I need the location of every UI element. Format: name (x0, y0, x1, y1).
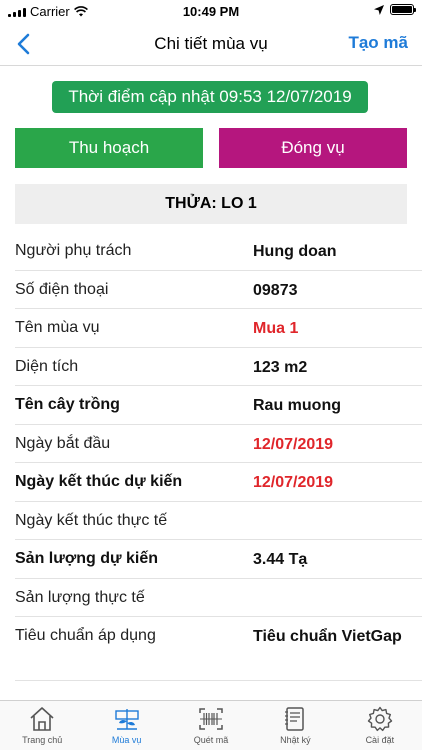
tab-journal[interactable]: Nhật ký (253, 701, 337, 750)
detail-row-expected-yield: Sản lượng dự kiến 3.44 Tạ (15, 540, 422, 579)
create-code-button[interactable]: Tạo mã (348, 33, 408, 53)
detail-row-start-date: Ngày bắt đầu 12/07/2019 (15, 425, 422, 463)
detail-label: Sản lượng thực tế (15, 588, 145, 606)
detail-label: Ngày kết thúc dự kiến (15, 473, 183, 490)
detail-value: Rau muong (253, 397, 341, 414)
navigation-bar: Chi tiết mùa vụ Tạo mã (0, 22, 422, 66)
detail-value: Tiêu chuẩn VietGap (253, 628, 402, 645)
status-right (374, 4, 416, 15)
detail-label: Số điện thoại (15, 280, 109, 298)
detail-label: Diện tích (15, 357, 79, 375)
tab-label: Cài đặt (365, 735, 395, 745)
detail-value: 12/07/2019 (253, 474, 334, 491)
tab-settings[interactable]: Cài đặt (338, 701, 422, 750)
detail-value: 09873 (253, 281, 298, 299)
status-time: 10:49 PM (182, 4, 240, 19)
detail-row-area: Diện tích 123 m2 (15, 348, 422, 386)
tab-scan[interactable]: Quét mã (169, 701, 253, 750)
sprout-icon (114, 709, 139, 730)
detail-row-crop: Tên cây trồng Rau muong (15, 386, 422, 425)
detail-value: 123 m2 (253, 358, 308, 376)
detail-value: Hung doan (253, 243, 337, 260)
detail-row-standard: Tiêu chuẩn áp dụng Tiêu chuẩn VietGap (15, 617, 422, 681)
action-buttons: Thu hoạch Đóng vụ (15, 128, 407, 168)
gear-icon (367, 706, 393, 732)
detail-label: Tên mùa vụ (15, 319, 100, 336)
detail-label: Sản lượng dự kiến (15, 550, 159, 567)
tab-label: Nhật ký (280, 735, 311, 745)
tab-bar: Trang chủ Mùa vụ Quét mã Nhật ký Cài đặt (0, 700, 422, 750)
detail-row-season-name: Tên mùa vụ Mua 1 (15, 309, 422, 348)
detail-row-actual-yield: Sản lượng thực tế (15, 579, 422, 617)
detail-row-owner: Người phụ trách Hung doan (15, 232, 422, 271)
detail-label: Ngày bắt đầu (15, 434, 111, 452)
detail-row-actual-end: Ngày kết thúc thực tế (15, 502, 422, 540)
tab-label: Trang chủ (22, 735, 63, 745)
status-bar: Carrier 10:49 PM (0, 0, 422, 22)
notebook-icon (285, 707, 305, 731)
tab-label: Mùa vụ (111, 735, 142, 745)
detail-label: Tên cây trồng (15, 396, 120, 413)
detail-label: Ngày kết thúc thực tế (15, 511, 168, 529)
tab-season[interactable]: Mùa vụ (84, 701, 168, 750)
tab-home[interactable]: Trang chủ (0, 701, 84, 750)
home-icon (30, 707, 54, 731)
detail-value: Mua 1 (253, 320, 299, 337)
location-arrow-icon (374, 4, 384, 15)
detail-value: 3.44 Tạ (253, 551, 308, 568)
battery-icon (390, 4, 416, 15)
update-time-badge: Thời điểm cập nhật 09:53 12/07/2019 (52, 81, 368, 113)
detail-label: Tiêu chuẩn áp dụng (15, 627, 156, 644)
close-season-button[interactable]: Đóng vụ (219, 128, 407, 168)
detail-row-expected-end: Ngày kết thúc dự kiến 12/07/2019 (15, 463, 422, 502)
detail-list: Người phụ trách Hung doan Số điện thoại … (0, 232, 422, 681)
detail-scroll-view[interactable]: Thời điểm cập nhật 09:53 12/07/2019 Thu … (0, 67, 422, 700)
detail-label: Người phụ trách (15, 242, 132, 259)
barcode-icon (199, 708, 223, 730)
tab-label: Quét mã (193, 735, 229, 745)
detail-row-phone: Số điện thoại 09873 (15, 271, 422, 309)
harvest-button[interactable]: Thu hoạch (15, 128, 203, 168)
plot-header: THỬA: LO 1 (15, 184, 407, 224)
detail-value: 12/07/2019 (253, 435, 334, 453)
